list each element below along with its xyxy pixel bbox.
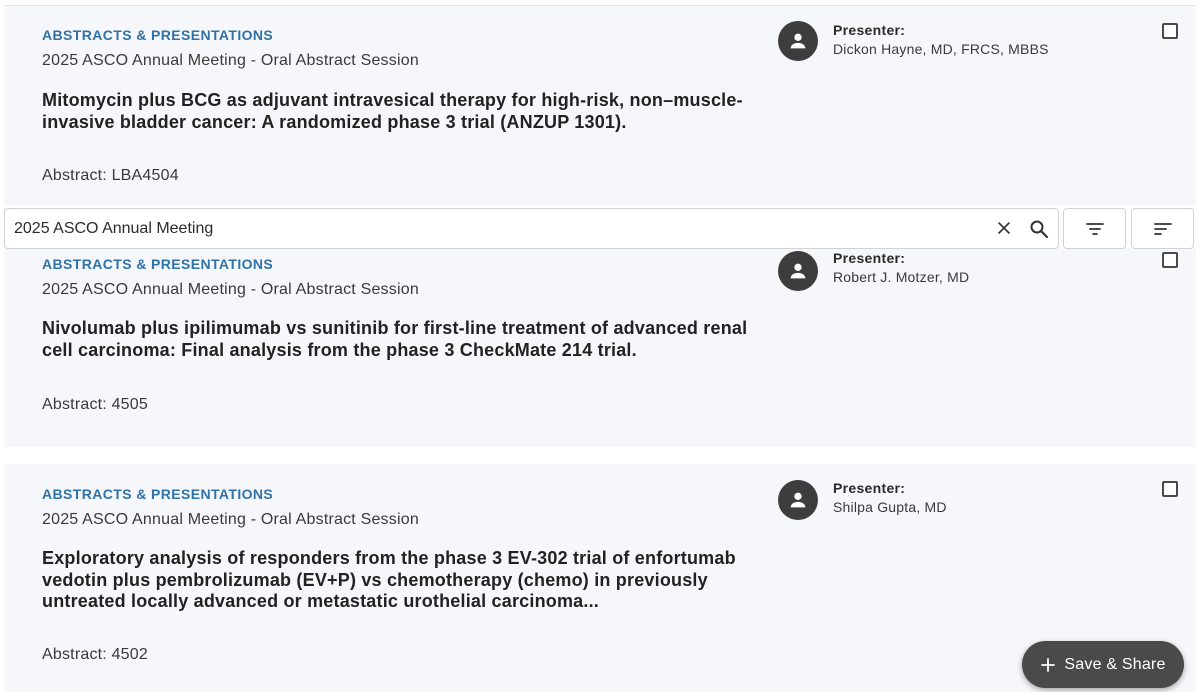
abstract-number: Abstract: LBA4504 <box>42 167 179 184</box>
presenter-name[interactable]: Shilpa Gupta, MD <box>833 499 947 515</box>
session-name: 2025 ASCO Annual Meeting - Oral Abstract… <box>42 52 419 69</box>
select-checkbox[interactable] <box>1162 481 1178 497</box>
select-checkbox[interactable] <box>1162 23 1178 39</box>
result-title[interactable]: Mitomycin plus BCG as adjuvant intravesi… <box>42 90 762 133</box>
plus-icon <box>1041 657 1056 672</box>
filter-button[interactable] <box>1063 208 1126 249</box>
select-checkbox[interactable] <box>1162 252 1178 268</box>
presenter-avatar <box>778 251 818 291</box>
abstract-number: Abstract: 4502 <box>42 646 148 663</box>
session-name: 2025 ASCO Annual Meeting - Oral Abstract… <box>42 281 419 298</box>
search-input[interactable] <box>14 209 974 248</box>
presenter-name[interactable]: Robert J. Motzer, MD <box>833 269 969 285</box>
person-icon <box>790 33 806 49</box>
search-icon <box>1030 220 1049 239</box>
presenter-avatar <box>778 480 818 520</box>
presenter-name[interactable]: Dickon Hayne, MD, FRCS, MBBS <box>833 41 1049 57</box>
presenter-label: Presenter: <box>833 480 906 496</box>
clear-search-button[interactable] <box>994 218 1014 238</box>
result-card[interactable]: ABSTRACTS & PRESENTATIONS 2025 ASCO Annu… <box>4 464 1196 692</box>
search-button[interactable] <box>1027 217 1051 241</box>
presenter-label: Presenter: <box>833 250 906 266</box>
result-card[interactable]: ABSTRACTS & PRESENTATIONS 2025 ASCO Annu… <box>4 248 1196 447</box>
category-label: ABSTRACTS & PRESENTATIONS <box>42 256 274 272</box>
session-name: 2025 ASCO Annual Meeting - Oral Abstract… <box>42 511 419 528</box>
person-icon <box>790 492 806 508</box>
presenter-avatar <box>778 21 818 61</box>
result-title[interactable]: Nivolumab plus ipilimumab vs sunitinib f… <box>42 318 762 361</box>
sort-icon <box>1153 222 1172 235</box>
abstract-number: Abstract: 4505 <box>42 396 148 413</box>
category-label: ABSTRACTS & PRESENTATIONS <box>42 486 274 502</box>
filter-icon <box>1085 222 1104 235</box>
results-page: ABSTRACTS & PRESENTATIONS 2025 ASCO Annu… <box>0 0 1200 692</box>
presenter-label: Presenter: <box>833 22 906 38</box>
save-share-label: Save & Share <box>1064 655 1166 673</box>
result-title[interactable]: Exploratory analysis of responders from … <box>42 548 762 613</box>
person-icon <box>790 263 806 279</box>
sort-button[interactable] <box>1131 208 1194 249</box>
close-icon <box>998 222 1010 234</box>
save-share-button[interactable]: Save & Share <box>1022 641 1184 688</box>
category-label: ABSTRACTS & PRESENTATIONS <box>42 27 274 43</box>
search-bar <box>4 208 1059 249</box>
result-card[interactable]: ABSTRACTS & PRESENTATIONS 2025 ASCO Annu… <box>4 5 1196 205</box>
